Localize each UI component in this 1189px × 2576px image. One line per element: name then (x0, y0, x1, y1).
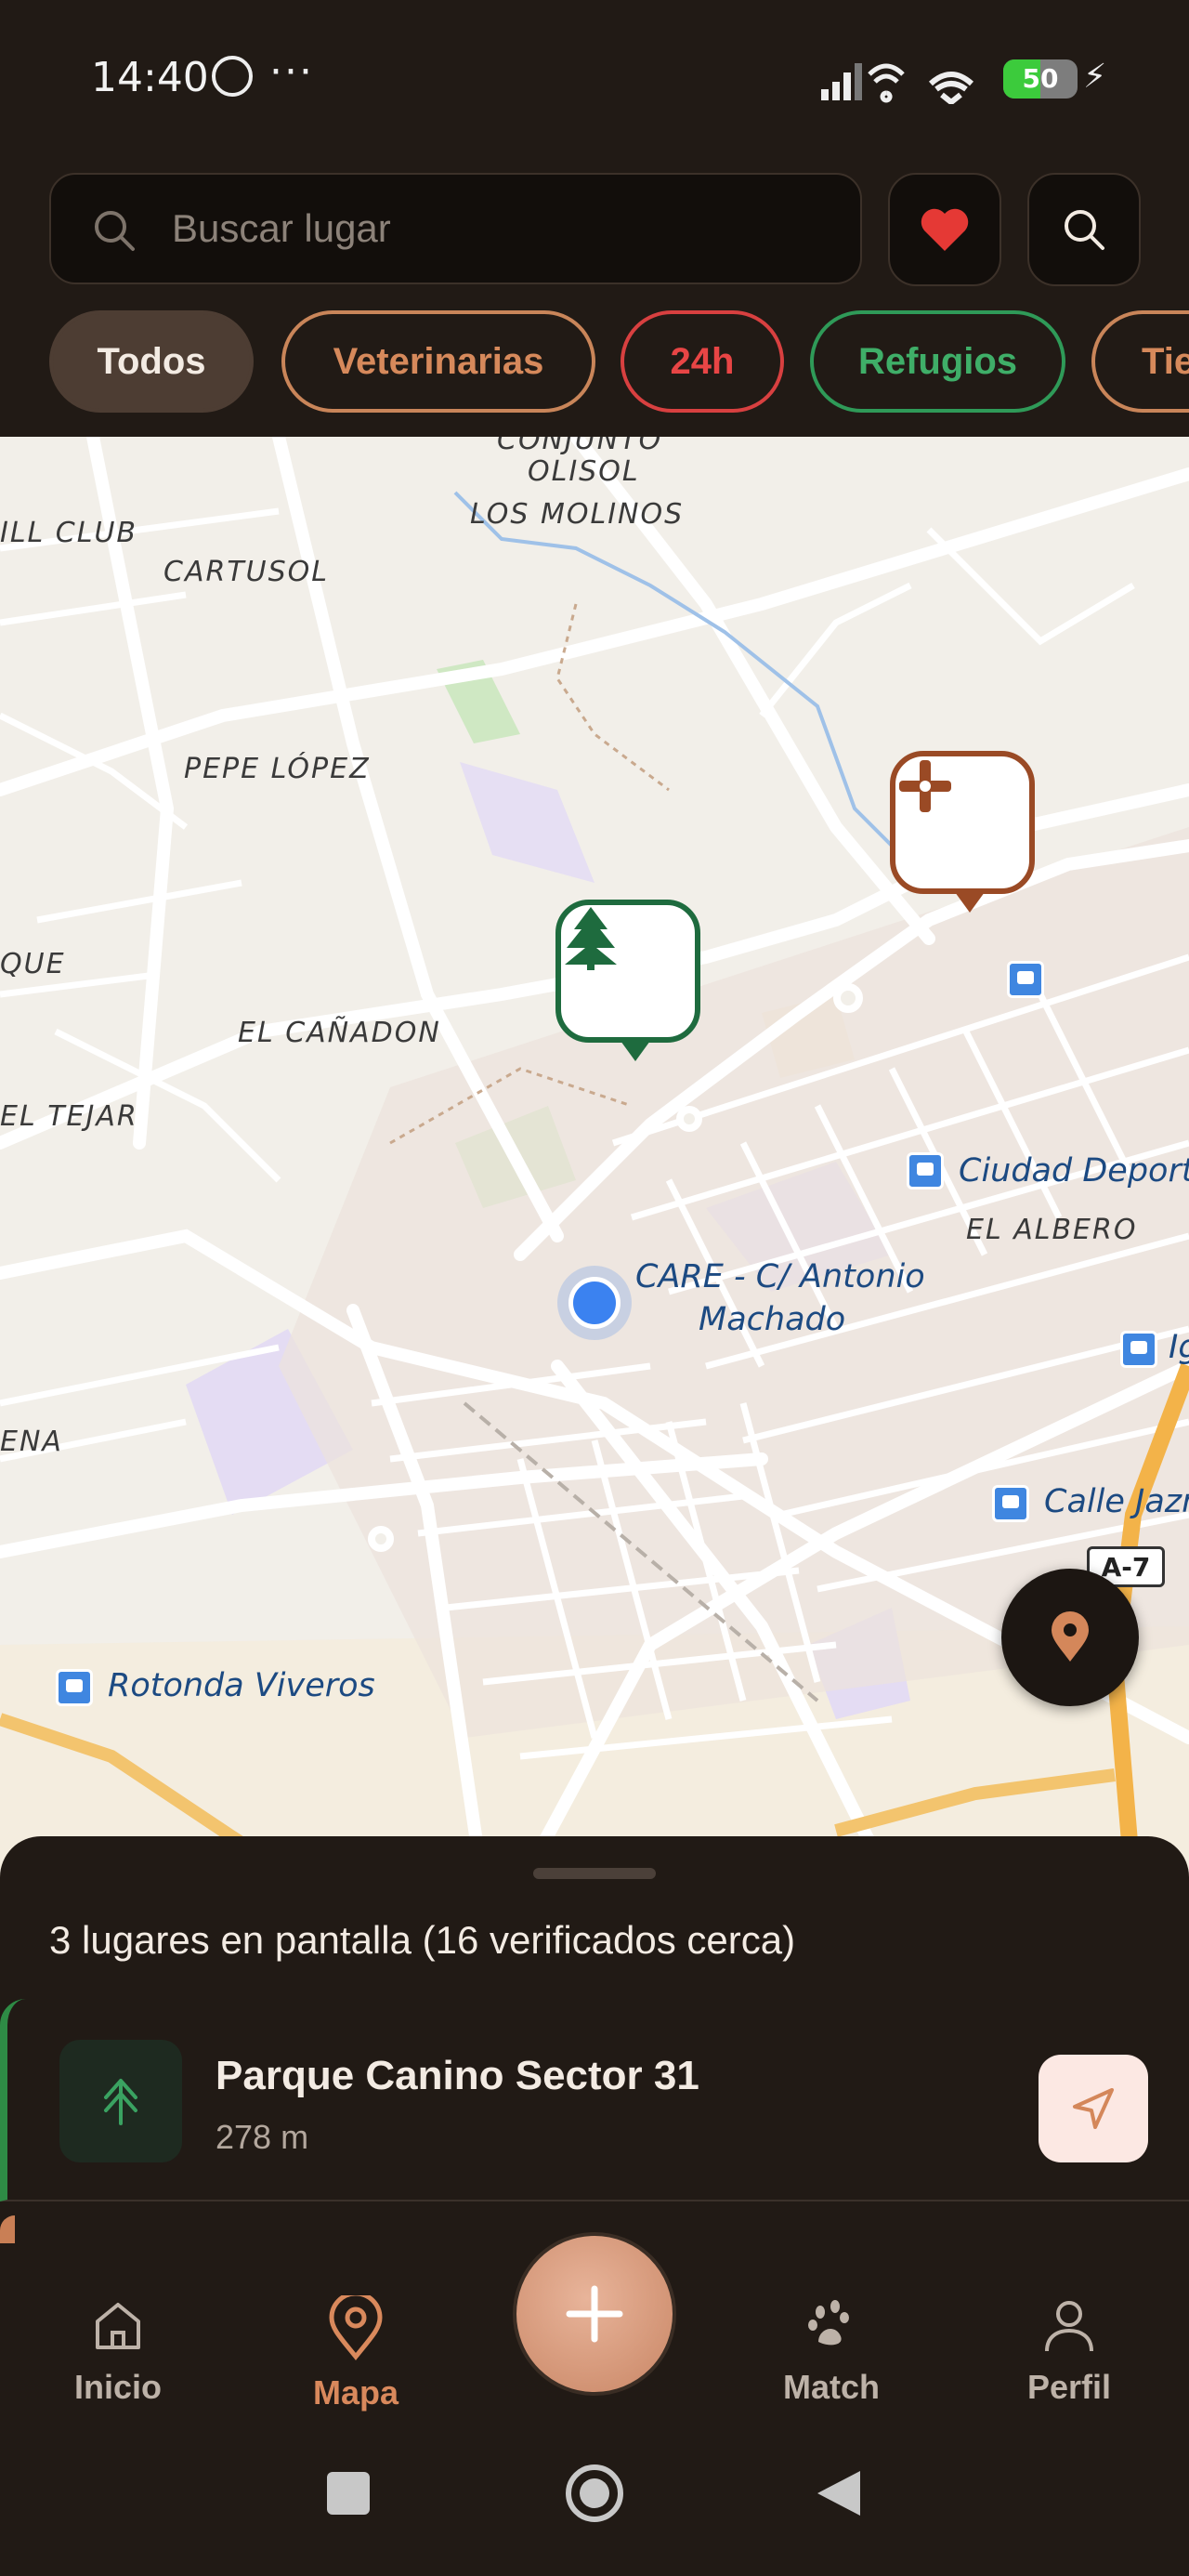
vet-cross-icon (899, 760, 951, 812)
poi-label: Rotonda Viveros (108, 1667, 375, 1704)
home-icon (96, 2303, 140, 2349)
whatsapp-icon (212, 56, 253, 97)
nav-match[interactable]: Match (738, 2295, 924, 2407)
navigation-arrow-icon (1073, 2088, 1114, 2129)
search-input[interactable] (172, 199, 822, 258)
search-button[interactable] (1027, 173, 1141, 286)
place-card[interactable]: Parque Canino Sector 31 278 m (0, 1999, 1189, 2201)
map-label: CARTUSOL (163, 556, 329, 588)
tree-icon (104, 2079, 137, 2125)
bus-stop-icon (1120, 1331, 1157, 1368)
places-sheet[interactable]: 3 lugares en pantalla (16 verificados ce… (0, 1836, 1189, 2254)
plus-icon (566, 2285, 623, 2343)
navigate-button[interactable] (1039, 2055, 1148, 2162)
status-bar: 14:40 ··· 50 ⚡ (0, 0, 1189, 158)
chip-veterinarias[interactable]: Veterinarias (281, 310, 595, 413)
poi-label: Ciudad Deporti (959, 1152, 1189, 1189)
bottom-navigation: Inicio Mapa Match Perfil (0, 2232, 1189, 2440)
map-pin-icon (329, 2291, 383, 2361)
search-box[interactable] (49, 173, 862, 284)
search-icon (95, 211, 135, 251)
map-label: QUE (0, 948, 66, 980)
system-navigation-bar (0, 2440, 1189, 2576)
map-label: OLISOL (528, 455, 640, 488)
poi-label: Machado (699, 1301, 846, 1338)
my-location-button[interactable] (1001, 1569, 1139, 1706)
paw-icon (808, 2300, 849, 2346)
sheet-drag-handle[interactable] (533, 1868, 656, 1879)
park-marker[interactable] (555, 900, 700, 1061)
heart-icon (921, 208, 969, 251)
map-label: PEPE LÓPEZ (184, 753, 371, 785)
map-label: EL ALBERO (966, 1214, 1138, 1246)
vet-marker[interactable] (890, 751, 1035, 913)
chip-tiendas[interactable]: Tiendas (1091, 310, 1189, 413)
bus-stop-icon (992, 1485, 1029, 1522)
user-location-dot (557, 1266, 632, 1340)
bus-stop-icon (1007, 961, 1044, 998)
poi-label: Calle Jazn (1044, 1483, 1189, 1520)
place-distance: 278 m (216, 2118, 309, 2156)
battery-indicator: 50 (1003, 59, 1078, 99)
poi-label: CARE - C/ Antonio (635, 1258, 925, 1295)
filter-chips: Todos Veterinarias 24h Refugios Tiendas (0, 310, 1189, 413)
next-place-card-edge (0, 2215, 15, 2243)
person-icon (1045, 2301, 1093, 2352)
nav-inicio[interactable]: Inicio (25, 2295, 211, 2407)
chip-24h[interactable]: 24h (621, 310, 784, 413)
map-label: LOS MOLINOS (470, 498, 685, 531)
map-label: ILL CLUB (0, 517, 138, 549)
sheet-title: 3 lugares en pantalla (16 verificados ce… (49, 1918, 796, 1962)
add-place-button[interactable] (513, 2232, 676, 2396)
bus-stop-icon (907, 1152, 944, 1189)
signal-wifi-icons (821, 63, 974, 104)
poi-label: Ig (1169, 1329, 1189, 1366)
place-icon-box (59, 2040, 182, 2162)
favorites-button[interactable] (888, 173, 1001, 286)
bus-stop-icon (56, 1669, 93, 1706)
more-notifications-icon: ··· (269, 48, 314, 96)
map-label: EL TEJAR (0, 1100, 138, 1133)
map-label: EL CAÑADON (238, 1017, 441, 1049)
search-icon (1065, 210, 1104, 250)
status-time: 14:40 (91, 54, 209, 101)
location-pin-icon (1052, 1611, 1089, 1662)
charging-icon: ⚡ (1083, 58, 1107, 96)
map-label: ENA (0, 1426, 63, 1458)
map-label: CONJUNTO (497, 437, 663, 456)
back-button[interactable] (817, 2471, 860, 2516)
tree-icon (565, 907, 617, 970)
nav-perfil[interactable]: Perfil (976, 2295, 1162, 2407)
chip-refugios[interactable]: Refugios (810, 310, 1065, 413)
place-name: Parque Canino Sector 31 (216, 2053, 699, 2098)
nav-mapa[interactable]: Mapa (263, 2291, 449, 2412)
recents-button[interactable] (327, 2472, 370, 2515)
chip-todos[interactable]: Todos (49, 310, 254, 413)
